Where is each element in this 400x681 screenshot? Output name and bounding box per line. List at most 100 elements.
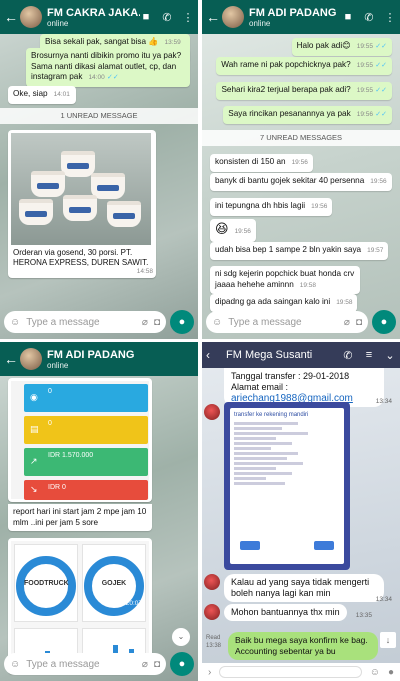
- message-bubble[interactable]: Saya rincikan pesanannya ya pak 19:56 ✓✓: [223, 106, 392, 124]
- mic-icon[interactable]: ●: [170, 310, 194, 334]
- contact-name[interactable]: FM ADI PADANG: [249, 7, 342, 19]
- cup-image: [19, 199, 53, 225]
- message-bubble[interactable]: Halo pak adi😊 19:55 ✓✓: [291, 38, 392, 56]
- phone-icon[interactable]: ✆: [161, 11, 173, 24]
- message-text: dipadng ga ada saingan kalo ini: [215, 297, 331, 306]
- emoji-icon[interactable]: ☺: [370, 667, 380, 678]
- chevron-down-icon[interactable]: ⌄: [384, 349, 396, 362]
- photo-image[interactable]: [11, 133, 151, 245]
- message-time: 19:57: [367, 247, 384, 254]
- camera-icon[interactable]: ◘: [154, 317, 160, 328]
- message-bubble[interactable]: Oke, siap 14:01: [8, 86, 76, 104]
- attach-icon[interactable]: ⌀: [142, 659, 148, 670]
- read-ticks-icon: ✓✓: [375, 87, 387, 94]
- phone-icon[interactable]: ✆: [363, 11, 375, 24]
- mic-icon[interactable]: ●: [372, 310, 396, 334]
- message-bubble[interactable]: Wah rame ni pak popchicknya pak? 19:55 ✓✓: [216, 57, 392, 75]
- avatar[interactable]: [204, 604, 220, 620]
- contact-name[interactable]: FM Mega Susanti: [226, 349, 342, 361]
- attach-icon[interactable]: ⌀: [142, 317, 148, 328]
- message-bubble[interactable]: udah bisa bep 1 sampe 2 bln yakin saya 19…: [210, 242, 389, 260]
- phone-icon[interactable]: ✆: [342, 349, 354, 362]
- message-input-bar[interactable]: › ☺ ●: [202, 663, 400, 681]
- message-bubble[interactable]: Mohon bantuannya thx min: [224, 604, 347, 621]
- message-input-bar[interactable]: ☺ Type a message ⌀ ◘: [4, 311, 166, 333]
- message-time: 19:58: [299, 281, 317, 289]
- avatar[interactable]: [222, 6, 244, 28]
- image-message-transfer[interactable]: transfer ke rekening mandiri: [224, 402, 350, 570]
- more-menu-icon[interactable]: ⋮: [182, 11, 194, 24]
- message-bubble[interactable]: banyk di bantu gojek sekitar 40 persenna…: [210, 173, 392, 191]
- gauge-label: FOODTRUCK: [24, 580, 69, 587]
- message-input-bar[interactable]: ☺ Type a message ⌀ ◘: [4, 653, 166, 675]
- emoji-icon[interactable]: ☺: [10, 659, 20, 670]
- summary-value: IDR 0: [48, 484, 66, 491]
- avatar[interactable]: [204, 574, 220, 590]
- read-ticks-icon: ✓✓: [375, 111, 387, 118]
- contact-status: online: [249, 18, 271, 28]
- scroll-down-icon[interactable]: ↓: [380, 632, 396, 648]
- message-bubble[interactable]: Brosurnya nanti dibikin promo itu ya pak…: [26, 48, 190, 87]
- back-arrow-icon[interactable]: ‹: [206, 348, 220, 362]
- contact-name[interactable]: FM CAKRA JAKA...: [47, 7, 140, 19]
- summary-card: ◉ 0: [24, 384, 148, 412]
- image-message-report[interactable]: ◉ 0 ▤ 0 ↗ IDR 1.570.000 ↘ IDR 0: [8, 378, 152, 502]
- menu-icon[interactable]: ≡: [363, 349, 375, 362]
- message-text: udah bisa bep 1 sampe 2 bln yakin saya: [215, 245, 362, 254]
- photo-message[interactable]: Orderan via gosend, 30 porsi. PT. HERONA…: [8, 130, 156, 278]
- trend-up-icon: ↗: [30, 456, 38, 466]
- avatar[interactable]: [20, 6, 42, 28]
- chat-header: ← FM ADI PADANG online ■ ✆ ⋮: [202, 0, 400, 34]
- message-text: Mohon bantuannya thx min: [231, 607, 340, 617]
- avatar[interactable]: [20, 348, 42, 370]
- chevron-right-icon[interactable]: ›: [208, 667, 211, 678]
- message-bubble[interactable]: 😆 19:56: [210, 219, 256, 242]
- emoji-icon[interactable]: ☺: [212, 317, 222, 328]
- message-time: 14:01: [53, 91, 70, 98]
- message-bubble[interactable]: ni sdg kejerin popchick buat honda crv j…: [210, 266, 360, 294]
- back-arrow-icon[interactable]: ←: [4, 9, 18, 25]
- message-text: konsisten di 150 an: [215, 157, 286, 166]
- back-arrow-icon[interactable]: ←: [206, 9, 220, 25]
- trend-down-icon: ↘: [30, 484, 38, 494]
- message-time: 13:38: [206, 643, 222, 649]
- message-bubble[interactable]: Kalau ad yang saya tidak mengerti boleh …: [224, 574, 384, 602]
- read-receipt: Read 13:38: [206, 634, 221, 650]
- message-bubble[interactable]: Sehari kira2 terjual berapa pak adi? 19:5…: [216, 82, 392, 100]
- message-input[interactable]: Type a message: [26, 317, 136, 328]
- message-input-bar[interactable]: ☺ Type a message ⌀ ◘: [206, 311, 368, 333]
- attach-icon[interactable]: ⌀: [344, 317, 350, 328]
- message-time: 19:56: [370, 178, 387, 185]
- photo-time: 14:58: [136, 268, 153, 275]
- transfer-date: Tanggal transfer : 29-01-2018: [231, 371, 350, 381]
- avatar[interactable]: [204, 404, 220, 420]
- message-time: 13:34: [375, 596, 392, 603]
- message-bubble[interactable]: ini tepungna dh hbis lagii 19:56: [210, 198, 333, 216]
- message-time: 19:56: [311, 203, 328, 210]
- video-call-icon[interactable]: ■: [342, 11, 354, 24]
- summary-card: ↗ IDR 1.570.000: [24, 448, 148, 476]
- more-menu-icon[interactable]: ⋮: [384, 11, 396, 24]
- emoji-icon[interactable]: ☺: [10, 317, 20, 328]
- camera-icon[interactable]: ◘: [154, 659, 160, 670]
- screenshot-lines: [234, 422, 340, 485]
- message-bubble[interactable]: konsisten di 150 an 19:56: [210, 154, 313, 172]
- message-text: 😆: [215, 221, 229, 236]
- contact-name[interactable]: FM ADI PADANG: [47, 349, 194, 361]
- message-time: 13:59: [164, 39, 181, 46]
- message-time: 13:35: [355, 612, 372, 619]
- message-caption[interactable]: report hari ini start jam 2 mpe jam 10 m…: [8, 504, 152, 531]
- video-call-icon[interactable]: ■: [140, 11, 152, 24]
- mic-icon[interactable]: ●: [170, 652, 194, 676]
- message-input[interactable]: Type a message: [26, 659, 136, 670]
- scroll-down-icon[interactable]: ⌄: [172, 628, 190, 646]
- message-text: ini tepungna dh hbis lagii: [215, 201, 306, 210]
- message-bubble[interactable]: Baik bu mega saya konfirm ke bag. Accoun…: [228, 632, 378, 660]
- back-arrow-icon[interactable]: ←: [4, 351, 18, 367]
- message-input[interactable]: [219, 666, 362, 678]
- gauge-gojek: GOJEK: [84, 556, 144, 616]
- message-input[interactable]: Type a message: [228, 317, 338, 328]
- message-bubble[interactable]: dipadng ga ada saingan kalo ini 19:58: [210, 294, 358, 312]
- mic-icon[interactable]: ●: [388, 667, 394, 678]
- camera-icon[interactable]: ◘: [356, 317, 362, 328]
